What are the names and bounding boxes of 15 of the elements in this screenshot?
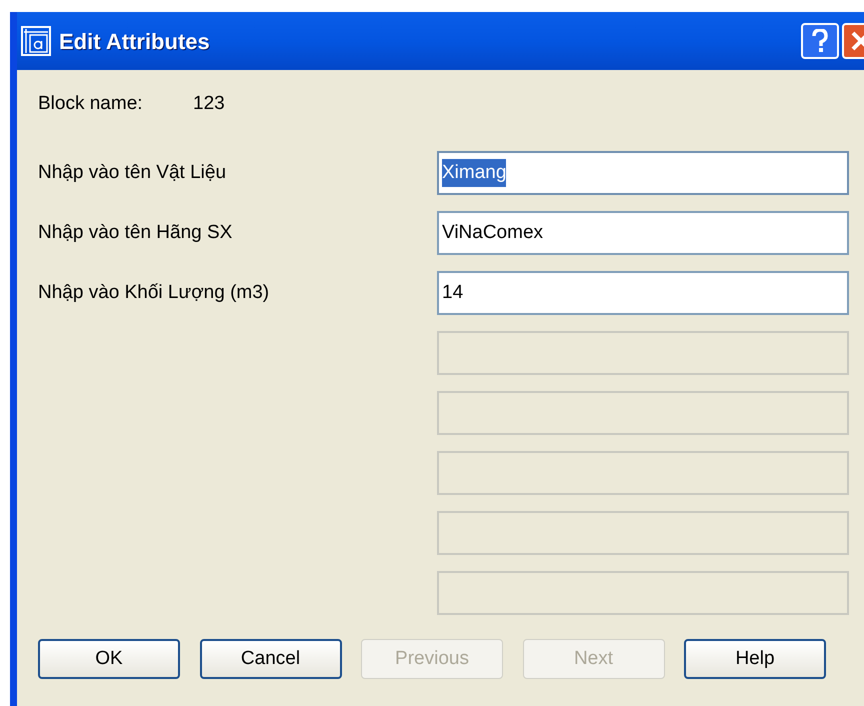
attribute-label: Nhập vào Khối Lượng (m3) [38, 280, 270, 305]
question-icon [812, 29, 828, 53]
input-field[interactable]: Ximang [437, 151, 849, 195]
app-icon [21, 26, 51, 56]
block-name-value: 123 [193, 92, 225, 116]
input-field[interactable]: 14 [437, 271, 849, 315]
help-title-button[interactable] [801, 23, 839, 59]
attribute-label: Nhập vào tên Vật Liệu [38, 160, 228, 185]
dialog-button[interactable]: OK [38, 639, 180, 679]
dialog-button[interactable]: Help [684, 639, 826, 679]
input-field[interactable]: ViNaComex [437, 211, 849, 255]
dialog-button[interactable]: Cancel [200, 639, 342, 679]
block-name-label: Block name: [38, 92, 144, 116]
window-title: Edit Attributes [59, 28, 210, 56]
attribute-label: Nhập vào tên Hãng SX [38, 220, 234, 245]
